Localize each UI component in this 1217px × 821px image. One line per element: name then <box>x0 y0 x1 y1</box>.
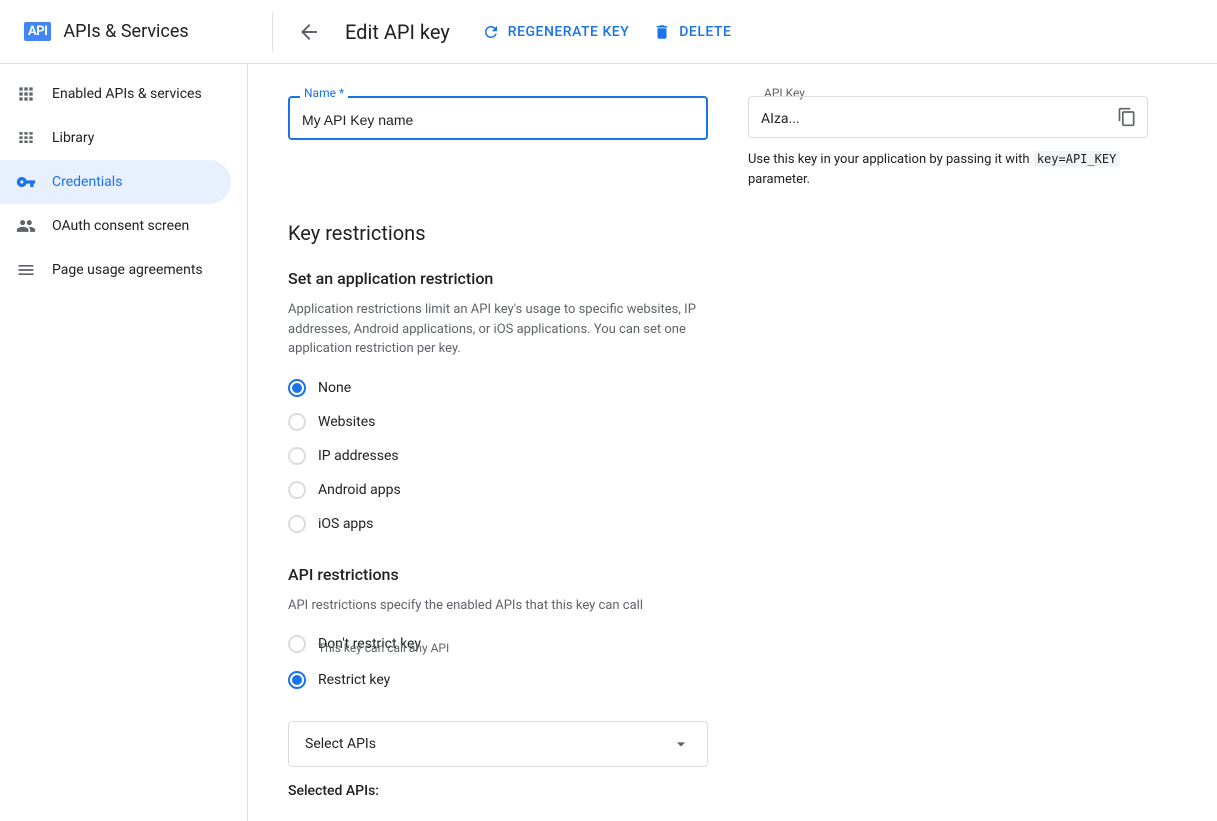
radio-dont-restrict-sublabel: This key can call any API <box>318 641 1177 655</box>
radio-none-label: None <box>318 380 351 396</box>
radio-restrict-circle <box>288 671 306 689</box>
api-restriction-section: API restrictions API restrictions specif… <box>288 565 1177 800</box>
radio-ip-label: IP addresses <box>318 448 399 464</box>
radio-android-label: Android apps <box>318 482 401 498</box>
dropdown-chevron-icon <box>671 734 691 754</box>
page-header: Edit API key REGENERATE KEY DELETE <box>273 12 1193 52</box>
delete-button[interactable]: DELETE <box>653 23 731 41</box>
app-logo: API APIs & Services <box>24 21 272 42</box>
api-key-hint-code: key=API_KEY <box>1033 151 1120 167</box>
copy-icon[interactable] <box>1117 107 1137 127</box>
api-key-group: API Key AIza... Use this key in your app… <box>748 96 1148 189</box>
radio-websites-circle <box>288 413 306 431</box>
sidebar-label-enabled-apis: Enabled APIs & services <box>52 86 202 102</box>
radio-websites[interactable]: Websites <box>288 413 1177 431</box>
api-restriction-desc: API restrictions specify the enabled API… <box>288 596 718 616</box>
radio-ip-circle <box>288 447 306 465</box>
name-field-group: Name * My API Key name <box>288 96 708 189</box>
apps-icon <box>16 128 36 148</box>
api-restriction-title: API restrictions <box>288 565 1177 584</box>
radio-dont-restrict-circle <box>288 635 306 653</box>
api-key-value: AIza... <box>748 96 1148 138</box>
regenerate-label: REGENERATE KEY <box>508 24 629 40</box>
key-icon <box>16 172 36 192</box>
top-header: API APIs & Services Edit API key REGENER… <box>0 0 1217 64</box>
page-title: Edit API key <box>345 20 450 44</box>
api-restriction-radio-group: Don't restrict key This key can call any… <box>288 635 1177 689</box>
key-restrictions-title: Key restrictions <box>288 221 1177 245</box>
api-key-hint-suffix: parameter. <box>748 172 810 187</box>
people-icon <box>16 216 36 236</box>
key-restrictions-section: Key restrictions Set an application rest… <box>288 221 1177 821</box>
api-logo-icon: API <box>24 22 51 41</box>
app-title: APIs & Services <box>63 21 188 42</box>
app-restriction-title: Set an application restriction <box>288 269 1177 288</box>
delete-label: DELETE <box>679 24 731 40</box>
radio-none[interactable]: None <box>288 379 1177 397</box>
api-key-hint-prefix: Use this key in your application by pass… <box>748 152 1030 167</box>
radio-android-circle <box>288 481 306 499</box>
api-key-text: AIza... <box>761 111 800 127</box>
sidebar-item-library[interactable]: Library <box>0 116 231 160</box>
radio-ios-circle <box>288 515 306 533</box>
radio-ip[interactable]: IP addresses <box>288 447 1177 465</box>
regenerate-key-button[interactable]: REGENERATE KEY <box>482 23 629 41</box>
radio-ios[interactable]: iOS apps <box>288 515 1177 533</box>
name-label: Name * <box>300 86 348 100</box>
radio-websites-label: Websites <box>318 414 375 430</box>
select-apis-placeholder: Select APIs <box>305 736 376 752</box>
header-actions: REGENERATE KEY DELETE <box>482 23 732 41</box>
api-key-hint: Use this key in your application by pass… <box>748 150 1148 189</box>
selected-apis-label: Selected APIs: <box>288 783 1177 799</box>
main-layout: Enabled APIs & services Library Credenti… <box>0 64 1217 821</box>
radio-none-circle <box>288 379 306 397</box>
name-input[interactable]: My API Key name <box>288 96 708 140</box>
radio-android[interactable]: Android apps <box>288 481 1177 499</box>
sidebar-item-page-usage[interactable]: Page usage agreements <box>0 248 231 292</box>
sidebar-label-page-usage: Page usage agreements <box>52 262 203 278</box>
sidebar-item-enabled-apis[interactable]: Enabled APIs & services <box>0 72 231 116</box>
radio-restrict[interactable]: Restrict key <box>288 671 1177 689</box>
app-restriction-section: Set an application restriction Applicati… <box>288 269 1177 533</box>
app-restriction-desc: Application restrictions limit an API ke… <box>288 300 718 359</box>
sidebar-label-credentials: Credentials <box>52 174 122 190</box>
radio-ios-label: iOS apps <box>318 516 373 532</box>
sidebar-item-oauth[interactable]: OAuth consent screen <box>0 204 231 248</box>
sidebar-label-library: Library <box>52 130 94 146</box>
content-area: Name * My API Key name API Key AIza... U… <box>248 64 1217 821</box>
sidebar-label-oauth: OAuth consent screen <box>52 218 189 234</box>
back-button[interactable] <box>289 12 329 52</box>
select-apis-dropdown[interactable]: Select APIs <box>288 721 708 767</box>
grid-icon <box>16 84 36 104</box>
app-restriction-radio-group: None Websites IP addresses Android apps <box>288 379 1177 533</box>
sidebar: Enabled APIs & services Library Credenti… <box>0 64 248 821</box>
radio-restrict-label: Restrict key <box>318 672 390 688</box>
list-icon <box>16 260 36 280</box>
sidebar-item-credentials[interactable]: Credentials <box>0 160 231 204</box>
form-row-top: Name * My API Key name API Key AIza... U… <box>288 96 1177 189</box>
